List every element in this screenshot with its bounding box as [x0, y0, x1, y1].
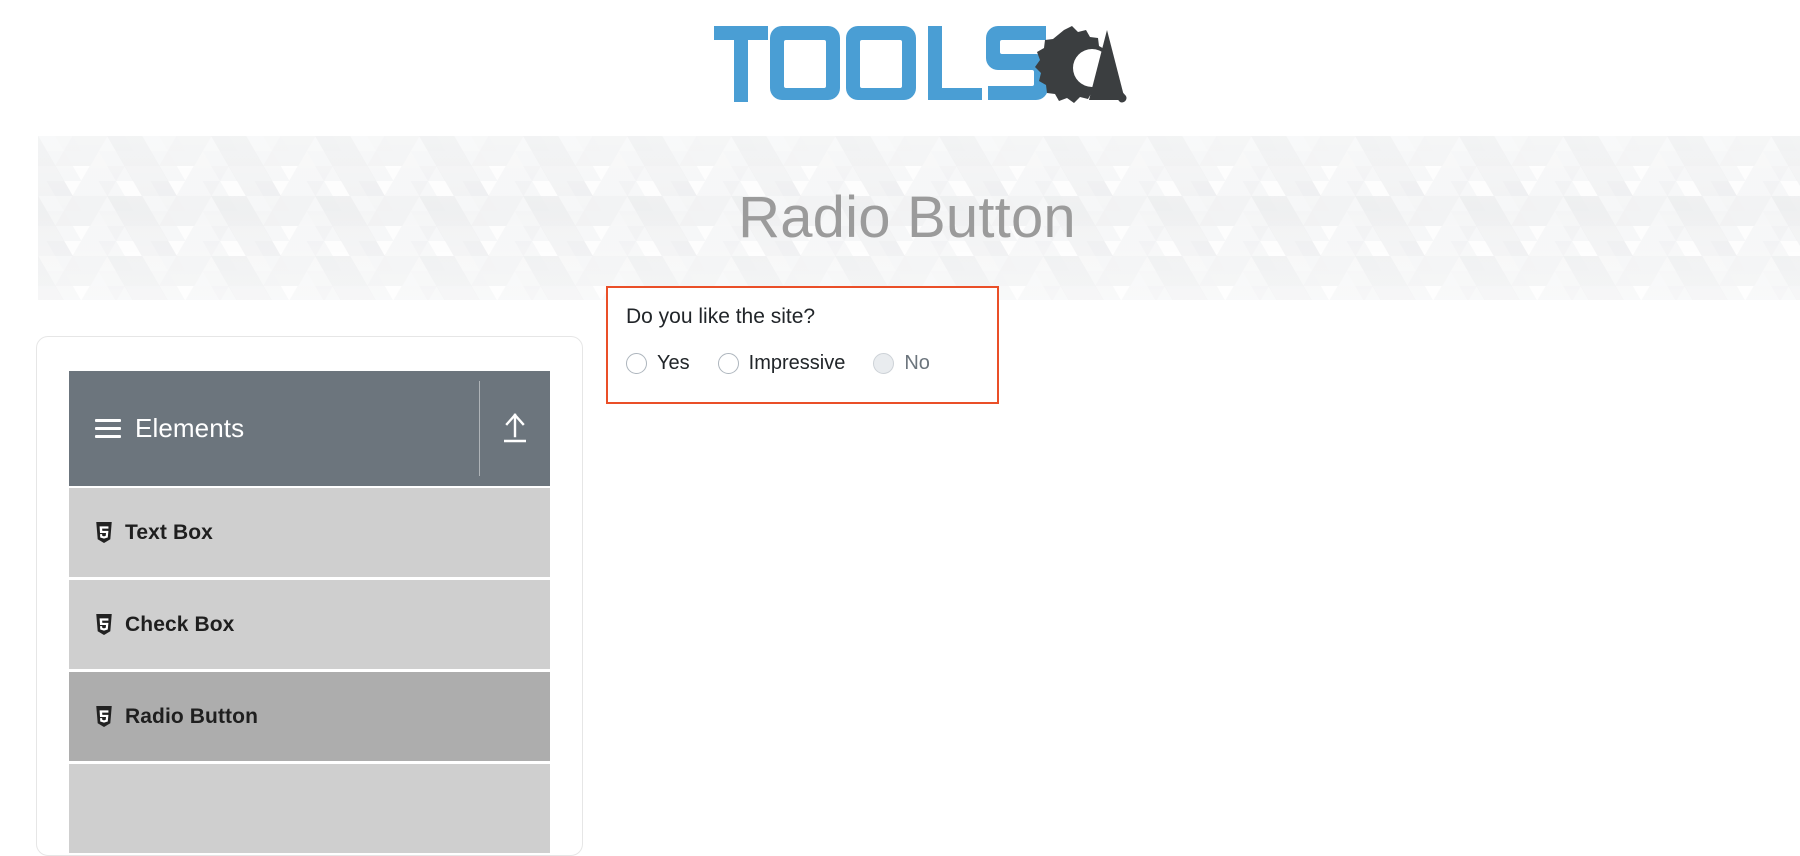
radio-option-label: Yes — [657, 352, 690, 375]
radio-option-yes[interactable]: Yes — [626, 352, 690, 375]
sidebar-menu-list: Text Box Check Box Radio Button — [69, 488, 550, 856]
question-label: Do you like the site? — [626, 306, 977, 327]
radio-question-panel: Do you like the site? Yes Impressive No — [606, 286, 999, 404]
logo-graphic — [712, 20, 1132, 116]
page-body: Elements Text Box — [0, 300, 1800, 764]
sidebar-card: Elements Text Box — [36, 336, 583, 856]
sidebar-group-header-left: Elements — [69, 413, 479, 444]
radio-circle-icon[interactable] — [626, 353, 647, 374]
radio-option-no: No — [873, 352, 930, 375]
collapse-up-arrow-glyph — [500, 412, 530, 446]
radio-option-label: Impressive — [749, 352, 846, 375]
html5-badge-icon — [95, 614, 113, 635]
sidebar-item-next[interactable] — [69, 764, 550, 856]
page-banner: Radio Button — [38, 136, 1800, 300]
site-header — [0, 0, 1800, 136]
sidebar-item-text-box[interactable]: Text Box — [69, 488, 550, 580]
html5-badge-icon — [95, 706, 113, 727]
page-title: Radio Button — [38, 136, 1788, 300]
sidebar-item-label: Text Box — [125, 521, 213, 545]
toolsqa-logo[interactable] — [712, 20, 1132, 116]
sidebar-item-label: Check Box — [125, 613, 234, 637]
radio-group: Yes Impressive No — [626, 352, 977, 375]
radio-option-impressive[interactable]: Impressive — [718, 352, 846, 375]
sidebar-item-radio-button[interactable]: Radio Button — [69, 672, 550, 764]
radio-option-label: No — [904, 352, 930, 375]
sidebar-item-label: Radio Button — [125, 705, 258, 729]
radio-circle-icon — [873, 353, 894, 374]
sidebar-group-elements[interactable]: Elements — [69, 371, 550, 486]
html5-badge-icon — [95, 522, 113, 543]
collapse-up-arrow-icon[interactable] — [480, 412, 550, 446]
sidebar-group-label: Elements — [135, 413, 244, 444]
radio-circle-icon[interactable] — [718, 353, 739, 374]
sidebar-item-check-box[interactable]: Check Box — [69, 580, 550, 672]
hamburger-icon — [95, 419, 121, 438]
